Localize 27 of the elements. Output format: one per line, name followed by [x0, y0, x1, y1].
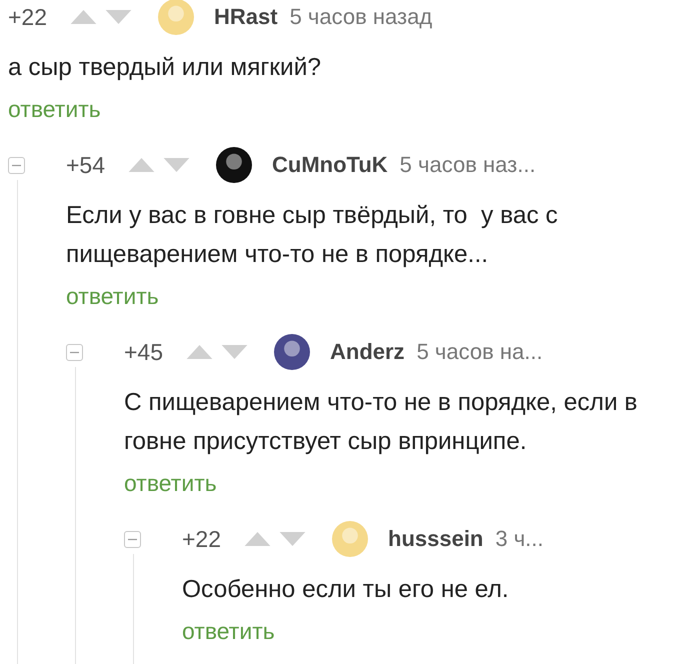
- downvote-icon[interactable]: [163, 158, 190, 172]
- upvote-icon[interactable]: [244, 532, 271, 546]
- downvote-icon[interactable]: [279, 532, 306, 546]
- rating-score: +45: [124, 338, 164, 366]
- upvote-icon[interactable]: [128, 158, 155, 172]
- comment-text: а сыр твердый или мягкий?: [8, 53, 322, 83]
- rating-score: +54: [66, 152, 106, 178]
- author-name[interactable]: husssein: [388, 526, 484, 552]
- comment-time: 3 ч...: [495, 526, 544, 552]
- rating-score: +22: [8, 4, 48, 30]
- comment-text: Если у вас в говне сыр твёрдый, то у вас с пищеварением что-то не в порядке...: [66, 201, 559, 270]
- rating-score: +22: [182, 526, 222, 552]
- collapse-button[interactable]: [124, 531, 141, 548]
- comment-text: Особенно если ты его не ел.: [182, 575, 510, 605]
- upvote-icon[interactable]: [70, 10, 97, 24]
- comment-time: 5 часов наз...: [400, 152, 536, 178]
- upvote-icon[interactable]: [186, 345, 213, 359]
- author-name[interactable]: HRast: [214, 4, 278, 30]
- comment-time: 5 часов назад: [290, 4, 432, 30]
- collapse-button[interactable]: [8, 157, 25, 174]
- comment-time: 5 часов на...: [416, 339, 543, 365]
- author-name[interactable]: Anderz: [330, 339, 405, 365]
- comment-text: С пищеварением что-то не в порядке, если в говне присутствует сыр впринципе.: [124, 388, 638, 457]
- author-name[interactable]: CuMnoTuK: [272, 152, 388, 178]
- collapse-button[interactable]: [66, 344, 83, 361]
- downvote-icon[interactable]: [105, 10, 132, 24]
- downvote-icon[interactable]: [221, 345, 248, 359]
